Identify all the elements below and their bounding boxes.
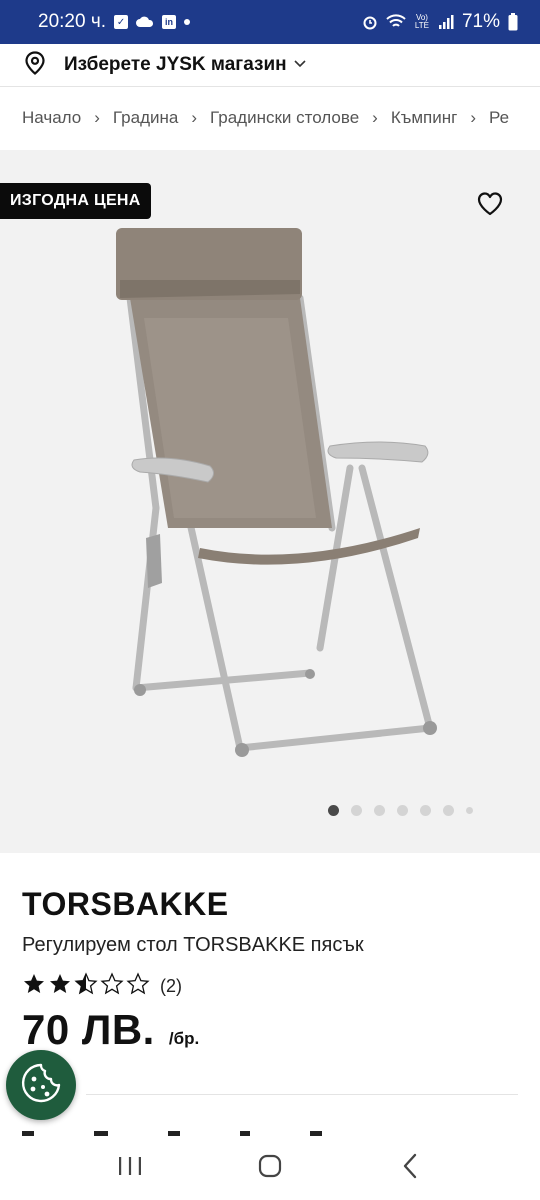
favorite-button[interactable] (476, 190, 504, 218)
home-icon (257, 1153, 283, 1184)
star-empty-icon (126, 972, 150, 1001)
chevron-right-icon: › (470, 108, 477, 127)
breadcrumb-item-camping[interactable]: Къмпинг (391, 108, 458, 128)
linkedin-icon: in (162, 15, 177, 29)
alarm-icon (362, 14, 378, 30)
store-selector[interactable]: Изберете JYSK магазин (0, 44, 540, 86)
product-title: Регулируем стол TORSBAKKE пясък (22, 934, 364, 956)
recent-apps-icon (117, 1155, 143, 1182)
breadcrumb-item-garden-chairs[interactable]: Градински столове (210, 108, 359, 128)
product-rating[interactable]: (2) (22, 972, 182, 1001)
status-time: 20:20 ч. (38, 11, 107, 32)
price-unit: /бр. (168, 1029, 200, 1048)
gallery-pagination[interactable] (328, 805, 473, 816)
battery-icon (508, 13, 518, 31)
breadcrumb-item-home[interactable]: Начало (22, 108, 81, 128)
system-nav-bar (0, 1136, 540, 1200)
cookie-settings-button[interactable] (6, 1050, 76, 1120)
back-button[interactable] (390, 1148, 430, 1188)
breadcrumb-item-garden[interactable]: Градина (113, 108, 178, 128)
chevron-down-icon (293, 56, 307, 74)
star-full-icon (48, 972, 72, 1001)
deal-badge: ИЗГОДНА ЦЕНА (0, 183, 151, 219)
gallery-dot[interactable] (328, 805, 339, 816)
review-count[interactable]: (2) (160, 976, 182, 997)
wifi-icon (386, 14, 406, 30)
breadcrumb-item-truncated[interactable]: Ре (489, 108, 509, 128)
volte-icon: Vo) LTE (414, 13, 429, 30)
chevron-right-icon: › (94, 108, 100, 127)
truncated-content (22, 1124, 522, 1136)
gallery-dot[interactable] (351, 805, 362, 816)
product-image-chair (116, 228, 437, 757)
gallery-dot[interactable] (443, 805, 454, 816)
cloud-icon (136, 15, 154, 29)
gallery-dot[interactable] (374, 805, 385, 816)
chevron-right-icon: › (372, 108, 378, 127)
recent-apps-button[interactable] (110, 1148, 150, 1188)
battery-level: 71% (461, 11, 500, 32)
chevron-right-icon: › (191, 108, 197, 127)
star-half-icon (74, 972, 98, 1001)
breadcrumb: Начало › Градина › Градински столове › К… (22, 86, 540, 150)
store-selector-label: Изберете JYSK магазин (64, 54, 287, 75)
status-bar: 20:20 ч. ✓ in Vo) LTE 71% (0, 0, 540, 44)
star-empty-icon (100, 972, 124, 1001)
location-pin-icon (24, 50, 46, 80)
product-brand: TORSBAKKE (22, 886, 229, 922)
gallery-dot[interactable] (397, 805, 408, 816)
back-icon (400, 1153, 420, 1184)
price-row: 70 ЛВ. /бр. (22, 1006, 199, 1054)
heart-icon (476, 192, 504, 222)
check-square-icon: ✓ (114, 15, 129, 29)
signal-icon (438, 14, 454, 30)
gallery-dot[interactable] (466, 807, 473, 814)
product-image-gallery[interactable]: ИЗГОДНА ЦЕНА (0, 150, 540, 853)
cookie-icon (19, 1061, 63, 1110)
gallery-dot[interactable] (420, 805, 431, 816)
product-price: 70 ЛВ. (22, 1006, 155, 1053)
star-full-icon (22, 972, 46, 1001)
home-button[interactable] (250, 1148, 290, 1188)
dot-icon (184, 19, 191, 25)
divider (86, 1094, 518, 1095)
